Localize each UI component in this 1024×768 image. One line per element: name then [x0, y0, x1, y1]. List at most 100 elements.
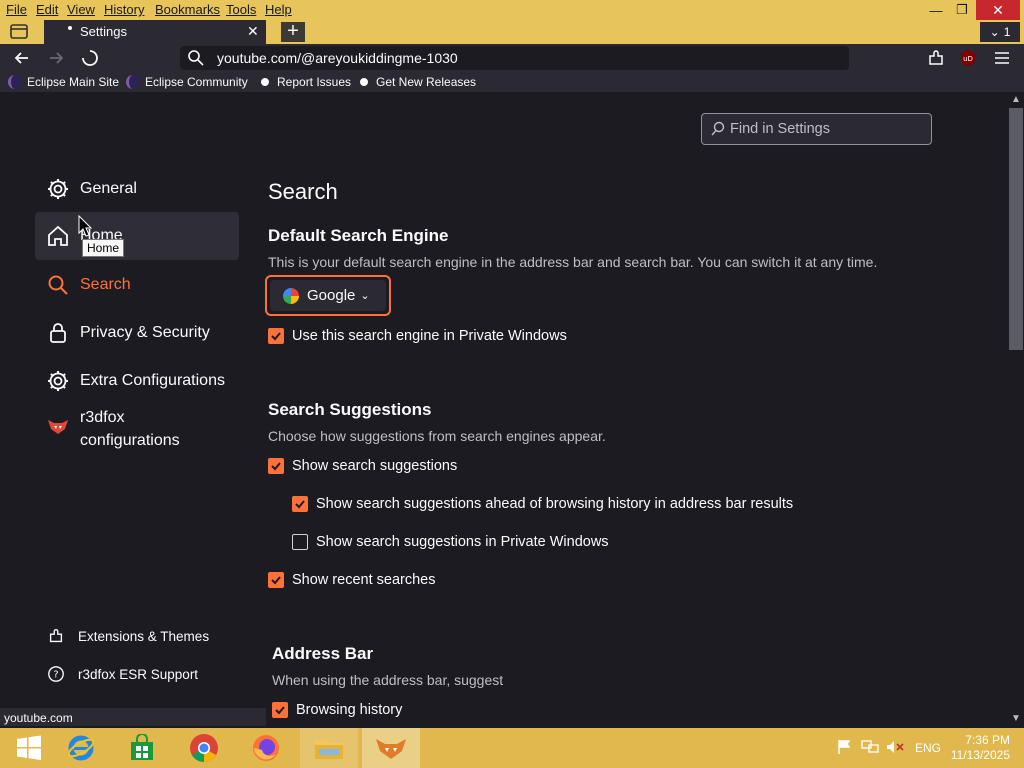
close-window-button[interactable]: ✕	[976, 0, 1020, 20]
minimize-button[interactable]: —	[920, 0, 952, 20]
find-in-settings-input[interactable]: Find in Settings	[701, 113, 932, 145]
windows-icon	[17, 735, 41, 760]
tab-loading-dot	[68, 26, 72, 30]
sidebar-item-privacy[interactable]: Privacy & Security	[46, 321, 210, 345]
mouse-cursor-icon	[78, 214, 93, 242]
firefox-icon[interactable]	[237, 728, 295, 768]
sidebar-item-label: Privacy & Security	[80, 324, 210, 341]
svg-text:uD: uD	[963, 55, 973, 63]
stop-loading-icon[interactable]	[80, 48, 100, 68]
bookmark-eclipse-main[interactable]: Eclipse Main Site	[8, 75, 119, 89]
checkbox-unchecked[interactable]	[292, 534, 308, 550]
bookmark-label: Get New Releases	[376, 75, 477, 89]
puzzle-icon	[46, 626, 66, 646]
bookmark-eclipse-community[interactable]: Eclipse Community	[126, 75, 248, 89]
menu-tools[interactable]: Tools	[226, 2, 256, 17]
menu-help[interactable]: Help	[265, 2, 292, 17]
bookmark-label: Eclipse Community	[145, 75, 248, 89]
close-tab-icon[interactable]: ✕	[247, 23, 259, 40]
chrome-icon[interactable]	[175, 728, 233, 768]
status-bar: youtube.com	[0, 708, 266, 726]
url-text[interactable]: youtube.com/@areyoukiddingme-1030	[217, 50, 458, 66]
search-icon	[711, 121, 725, 136]
sidebar-item-label: Search	[80, 276, 131, 293]
page-title: Search	[268, 179, 338, 204]
browsing-history-option[interactable]: Browsing history	[272, 702, 402, 718]
github-icon	[258, 75, 272, 89]
hamburger-menu-icon[interactable]	[992, 48, 1012, 68]
bookmark-get-new-releases[interactable]: Get New Releases	[357, 75, 476, 89]
checkbox-label: Show search suggestions	[292, 458, 458, 474]
lock-icon	[46, 321, 70, 345]
checkbox-checked[interactable]	[292, 496, 308, 512]
fox-icon	[46, 414, 70, 438]
clock-time: 7:36 PM	[965, 733, 1010, 747]
bookmark-label: Report Issues	[277, 75, 352, 89]
tab-overview-icon[interactable]	[8, 23, 30, 41]
volume-muted-icon[interactable]	[886, 739, 904, 755]
suggestions-ahead-option[interactable]: Show search suggestions ahead of browsin…	[292, 496, 793, 512]
clock[interactable]: 7:36 PM 11/13/2025	[948, 733, 1010, 763]
default-engine-heading: Default Search Engine	[268, 226, 449, 245]
checkbox-checked[interactable]	[268, 572, 284, 588]
scroll-down-icon[interactable]: ▼	[1011, 713, 1021, 724]
search-icon	[187, 49, 205, 67]
eclipse-icon	[8, 75, 22, 89]
address-bar-description: When using the address bar, suggest	[272, 672, 504, 688]
sidebar-item-general[interactable]: General	[46, 177, 137, 201]
svg-text:?: ?	[53, 670, 58, 681]
extensions-icon[interactable]	[926, 48, 946, 68]
flag-icon[interactable]	[836, 739, 852, 755]
search-icon	[46, 273, 70, 297]
menu-bar: File Edit View History Bookmarks Tools H…	[0, 0, 1024, 20]
selected-engine-label: Google	[307, 287, 356, 304]
clock-date: 11/13/2025	[950, 748, 1010, 762]
scrollbar-thumb[interactable]	[1009, 108, 1023, 350]
restore-button[interactable]: ❐	[950, 0, 974, 20]
new-tab-button[interactable]: +	[281, 21, 305, 42]
sidebar-item-search[interactable]: Search	[46, 273, 131, 297]
menu-history[interactable]: History	[104, 2, 144, 17]
suggestions-heading: Search Suggestions	[268, 400, 432, 419]
menu-file[interactable]: File	[6, 2, 27, 17]
sidebar-item-support[interactable]: ? r3dfox ESR Support	[46, 664, 198, 684]
file-explorer-icon[interactable]	[300, 728, 358, 768]
private-windows-engine-option[interactable]: Use this search engine in Private Window…	[268, 328, 567, 344]
checkbox-label: Use this search engine in Private Window…	[292, 328, 567, 344]
checkbox-checked[interactable]	[268, 458, 284, 474]
sidebar-item-r3dfox[interactable]: r3dfox configurations	[46, 406, 210, 452]
network-icon[interactable]	[861, 739, 879, 755]
google-icon	[283, 287, 299, 304]
checkbox-checked[interactable]	[268, 328, 284, 344]
bookmark-label: Eclipse Main Site	[27, 75, 120, 89]
help-icon: ?	[46, 664, 66, 684]
language-indicator[interactable]: ENG	[915, 741, 941, 755]
menu-view[interactable]: View	[67, 2, 95, 17]
sidebar-footer-label: Extensions & Themes	[78, 628, 210, 644]
start-button[interactable]	[0, 728, 58, 768]
sidebar-item-extra-configurations[interactable]: Extra Configurations	[46, 369, 225, 393]
bookmark-report-issues[interactable]: Report Issues	[258, 75, 351, 89]
sidebar-item-extensions[interactable]: Extensions & Themes	[46, 626, 209, 646]
tab-settings[interactable]: Settings ✕	[44, 20, 266, 44]
tab-list-button[interactable]: ⌄ 1	[980, 22, 1020, 42]
checkbox-label: Browsing history	[296, 702, 403, 718]
forward-icon[interactable]	[46, 48, 66, 68]
ie-icon[interactable]	[52, 728, 110, 768]
r3dfox-taskbar-icon[interactable]	[362, 728, 420, 768]
back-icon[interactable]	[12, 48, 32, 68]
scroll-up-icon[interactable]: ▲	[1011, 94, 1021, 105]
checkbox-checked[interactable]	[272, 702, 288, 718]
show-search-suggestions-option[interactable]: Show search suggestions	[268, 458, 457, 474]
search-engine-select[interactable]: Google ⌄	[270, 280, 386, 311]
menu-edit[interactable]: Edit	[36, 2, 58, 17]
sidebar-footer-label: r3dfox ESR Support	[78, 666, 199, 682]
suggestions-description: Choose how suggestions from search engin…	[268, 428, 606, 444]
menu-bookmarks[interactable]: Bookmarks	[155, 2, 220, 17]
store-icon[interactable]	[113, 728, 171, 768]
suggestions-private-option[interactable]: Show search suggestions in Private Windo…	[292, 534, 609, 550]
recent-searches-option[interactable]: Show recent searches	[268, 572, 435, 588]
ublock-icon[interactable]: uD	[958, 48, 978, 68]
chevron-down-icon: ⌄	[360, 290, 370, 302]
github-icon	[357, 75, 371, 89]
